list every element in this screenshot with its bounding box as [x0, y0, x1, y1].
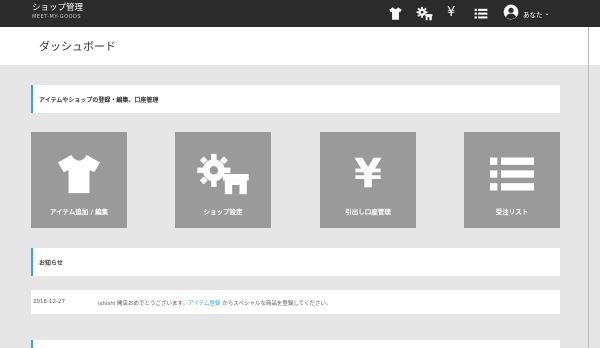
page-title: ダッシュボード [39, 40, 116, 53]
tile-label: ショップ設定 [203, 208, 243, 216]
brand-title: ショップ管理 [32, 3, 84, 13]
gear-shop-icon[interactable] [416, 6, 433, 21]
tile-shop-settings[interactable]: ショップ設定 [175, 132, 271, 228]
brand-subtitle: MEET-MY-GOODS [32, 14, 82, 20]
top-header: ショップ管理 MEET-MY-GOODS ¥ あなた ⌄ [0, 0, 600, 27]
news-text-after: からスペシャルな商品を登録してください。 [220, 301, 332, 307]
news-text-before: ishishi 開店おめでとうございます。 [98, 301, 188, 307]
news-date: 2016-12-27 [33, 299, 65, 305]
yen-icon[interactable]: ¥ [447, 4, 455, 22]
news-text: ishishi 開店おめでとうございます。アイテム登録 からスペシャルな商品を登… [98, 299, 332, 307]
tile-order-list[interactable]: 受注リスト [464, 132, 560, 228]
page-title-bar: ダッシュボード [0, 27, 600, 65]
user-avatar-icon [503, 4, 519, 24]
tshirt-icon[interactable] [388, 6, 403, 21]
news-item: 2016-12-27 ishishi 開店おめでとうございます。アイテム登録 か… [31, 290, 560, 314]
list-icon[interactable] [474, 6, 488, 21]
brand-logo[interactable]: ショップ管理 MEET-MY-GOODS [32, 3, 83, 21]
user-menu[interactable]: あなた ⌄ [503, 4, 550, 24]
tile-label: 受注リスト [495, 208, 529, 216]
gear-shop-icon [175, 150, 271, 198]
user-label: あなた [523, 10, 543, 19]
section-header-register: アイテムやショップの登録・編集、口座管理 [31, 85, 560, 113]
scrollbar[interactable] [588, 27, 589, 348]
tile-bank-account[interactable]: ¥ 引出し口座管理 [320, 132, 416, 228]
yen-glyph: ¥ [354, 151, 382, 197]
section-header-news: お知らせ [31, 248, 560, 276]
list-icon [464, 150, 560, 198]
tile-item-edit[interactable]: アイテム追加 / 編集 [31, 132, 127, 228]
section-label-news: お知らせ [39, 260, 63, 267]
tile-label: 引出し口座管理 [345, 208, 391, 216]
next-section-card [31, 340, 560, 348]
tile-label: アイテム追加 / 編集 [49, 208, 109, 216]
chevron-down-icon: ⌄ [544, 10, 550, 17]
tshirt-icon [31, 150, 127, 198]
yen-icon: ¥ [320, 150, 416, 198]
item-register-link[interactable]: アイテム登録 [188, 301, 220, 307]
section-label-register: アイテムやショップの登録・編集、口座管理 [39, 97, 159, 104]
